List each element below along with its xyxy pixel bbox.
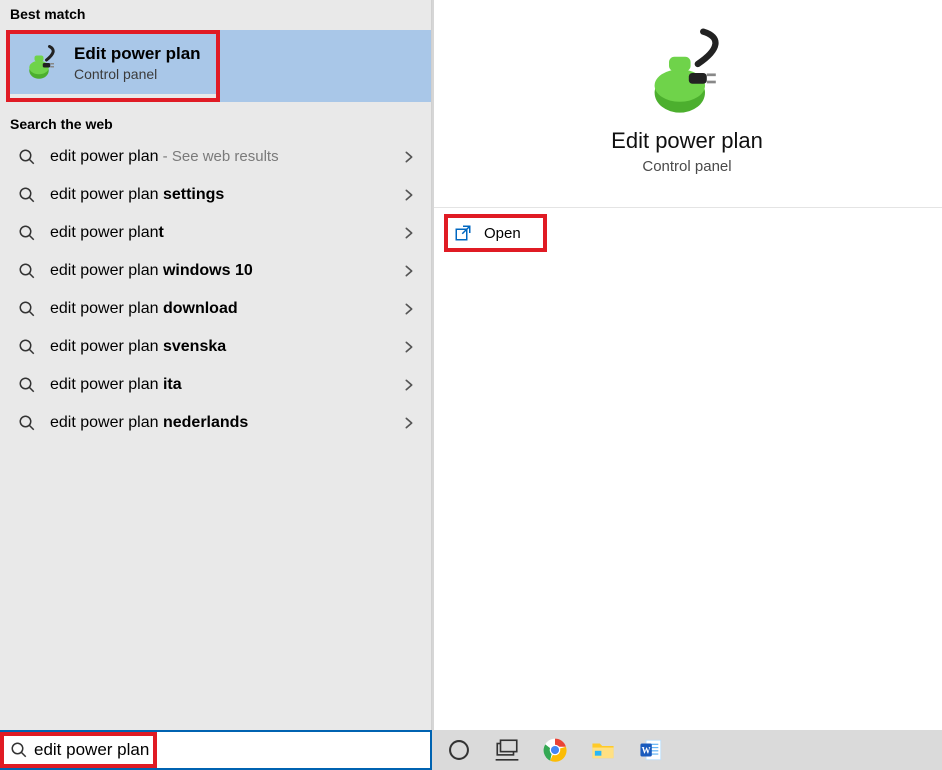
web-suggestion-label: edit power plan nederlands [50, 414, 401, 432]
search-icon [18, 338, 36, 356]
search-icon [18, 414, 36, 432]
best-match-header: Best match [0, 0, 431, 30]
web-suggestion-label: edit power plan svenska [50, 338, 401, 356]
chevron-right-icon [401, 339, 417, 355]
taskbar: W [432, 730, 942, 770]
web-suggestion-item[interactable]: edit power plan settings [0, 176, 431, 214]
best-match-item[interactable]: Edit power plan Control panel [10, 34, 216, 94]
taskbar-row: edit power plan [0, 730, 942, 770]
search-results-panel: Best match [0, 0, 432, 730]
chevron-right-icon [401, 225, 417, 241]
web-suggestion-label: edit power plant [50, 224, 401, 242]
chevron-right-icon [401, 377, 417, 393]
search-icon [18, 262, 36, 280]
highlight-box-best-match: Edit power plan Control panel [6, 30, 220, 102]
search-icon [18, 186, 36, 204]
highlight-box-search: edit power plan [0, 732, 157, 768]
preview-panel: Edit power plan Control panel Open [432, 0, 942, 730]
web-suggestion-item[interactable]: edit power plan windows 10 [0, 252, 431, 290]
search-web-header: Search the web [0, 102, 431, 138]
open-action[interactable]: Open [484, 225, 521, 242]
web-suggestion-label: edit power plan ita [50, 376, 401, 394]
chevron-right-icon [401, 415, 417, 431]
cortana-ring-icon[interactable] [446, 737, 472, 763]
battery-plug-icon-large [642, 28, 732, 118]
search-box[interactable]: edit power plan [0, 730, 432, 770]
best-match-subtitle: Control panel [74, 66, 201, 82]
web-suggestion-item[interactable]: edit power plan nederlands [0, 404, 431, 442]
search-icon [18, 224, 36, 242]
preview-title: Edit power plan [611, 128, 763, 154]
web-suggestion-label: edit power plan settings [50, 186, 401, 204]
panel-divider [432, 0, 434, 730]
search-icon [18, 376, 36, 394]
chevron-right-icon [401, 149, 417, 165]
chevron-right-icon [401, 301, 417, 317]
svg-text:W: W [642, 745, 651, 755]
web-suggestion-label: edit power plan windows 10 [50, 262, 401, 280]
preview-header: Edit power plan Control panel [432, 0, 942, 208]
web-suggestion-item[interactable]: edit power plan - See web results [0, 138, 431, 176]
web-suggestion-item[interactable]: edit power plan ita [0, 366, 431, 404]
search-icon [18, 148, 36, 166]
best-match-row-bg[interactable] [220, 30, 431, 102]
chrome-icon[interactable] [542, 737, 568, 763]
chevron-right-icon [401, 263, 417, 279]
task-view-icon[interactable] [494, 737, 520, 763]
web-suggestion-label: edit power plan - See web results [50, 148, 401, 166]
web-suggestion-label: edit power plan download [50, 300, 401, 318]
battery-plug-icon [24, 45, 60, 81]
web-suggestion-item[interactable]: edit power plan download [0, 290, 431, 328]
chevron-right-icon [401, 187, 417, 203]
search-icon [18, 300, 36, 318]
web-suggestion-item[interactable]: edit power plan svenska [0, 328, 431, 366]
search-icon [10, 741, 28, 759]
search-input-value[interactable]: edit power plan [34, 740, 149, 760]
word-icon[interactable]: W [638, 737, 664, 763]
web-suggestion-item[interactable]: edit power plant [0, 214, 431, 252]
best-match-title: Edit power plan [74, 44, 201, 64]
file-explorer-icon[interactable] [590, 737, 616, 763]
open-external-icon [454, 224, 472, 242]
highlight-box-open: Open [444, 214, 547, 252]
web-suggestion-list: edit power plan - See web results edit po… [0, 138, 431, 442]
preview-subtitle: Control panel [642, 158, 731, 175]
